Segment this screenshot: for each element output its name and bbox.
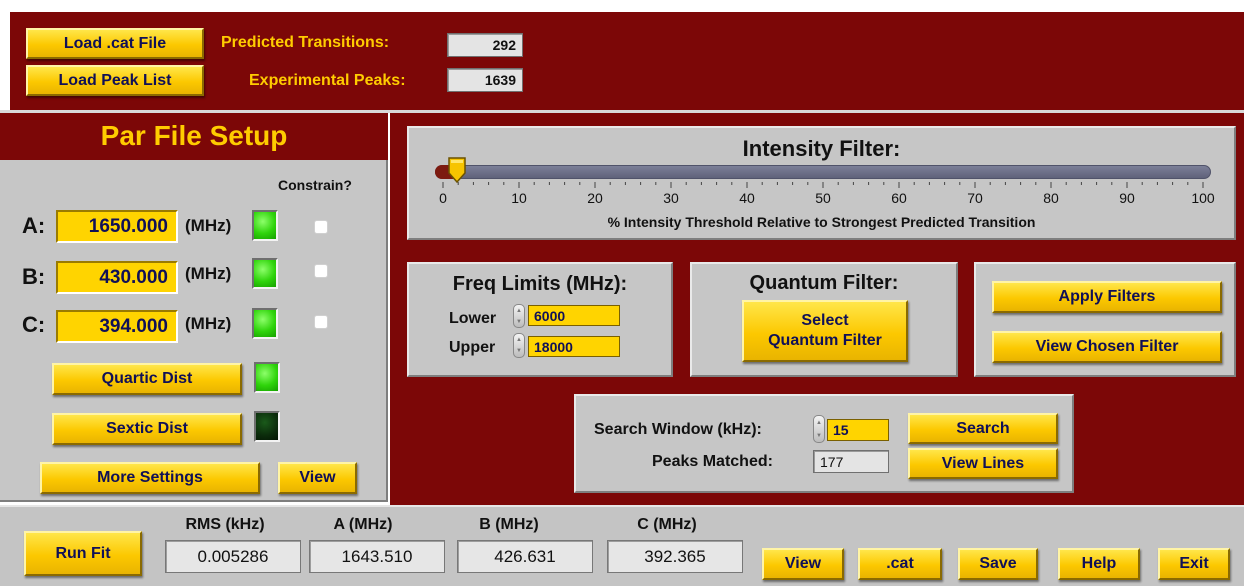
load-peak-list-button[interactable]: Load Peak List	[26, 65, 204, 96]
select-quantum-line1: Select	[801, 312, 849, 329]
param-a-led	[252, 210, 278, 241]
search-window-spinner[interactable]: ▲ ▼	[813, 415, 825, 443]
param-b-constrain-checkbox[interactable]	[314, 264, 328, 278]
peaks-matched-label: Peaks Matched:	[652, 453, 773, 470]
predicted-transitions-label: Predicted Transitions:	[221, 34, 390, 51]
par-setup-title: Par File Setup	[100, 120, 288, 151]
tick-label-90: 90	[1119, 190, 1135, 206]
tick-label-100: 100	[1191, 190, 1215, 206]
b-value: 426.631	[457, 540, 593, 573]
a-header: A (MHz)	[333, 516, 393, 533]
lower-spinner[interactable]: ▲ ▼	[513, 304, 525, 328]
tick-label-70: 70	[967, 190, 983, 206]
quantum-filter-title: Quantum Filter:	[749, 272, 899, 294]
tick-label-40: 40	[739, 190, 755, 206]
tick-label-30: 30	[663, 190, 679, 206]
view-lines-button[interactable]: View Lines	[908, 448, 1058, 479]
freq-limits-title: Freq Limits (MHz):	[452, 273, 628, 295]
param-a-input[interactable]: 1650.000	[56, 210, 178, 243]
intensity-tick-labels: 0 10 20 30 40 50 60 70 80 90 100	[409, 190, 1238, 208]
quartic-led	[254, 362, 280, 393]
apply-filters-button[interactable]: Apply Filters	[992, 281, 1222, 313]
param-b-input[interactable]: 430.000	[56, 261, 178, 294]
tick-label-60: 60	[891, 190, 907, 206]
run-fit-button[interactable]: Run Fit	[24, 531, 142, 576]
top-bar: Load .cat File Load Peak List Predicted …	[10, 12, 1244, 110]
help-button[interactable]: Help	[1058, 548, 1140, 580]
search-window-label: Search Window (kHz):	[594, 421, 762, 438]
exit-button[interactable]: Exit	[1158, 548, 1230, 580]
par-setup-panel: Constrain? A: 1650.000 (MHz) B: 430.000 …	[0, 160, 388, 502]
upper-label: Upper	[449, 339, 496, 356]
param-b-unit: (MHz)	[185, 264, 232, 283]
param-a-label: A:	[22, 213, 46, 238]
par-view-button[interactable]: View	[278, 462, 357, 494]
tick-label-0: 0	[439, 190, 447, 206]
par-setup-header: Par File Setup	[0, 113, 388, 160]
tick-label-20: 20	[587, 190, 603, 206]
sextic-led	[254, 411, 280, 442]
param-c-led	[252, 308, 278, 339]
intensity-caption: % Intensity Threshold Relative to Strong…	[607, 214, 1036, 230]
tick-label-10: 10	[511, 190, 527, 206]
intensity-filter-panel: Intensity Filter: 0 10 20 30 40 50 60 70…	[407, 126, 1236, 240]
upper-spinner[interactable]: ▲ ▼	[513, 333, 525, 358]
predicted-transitions-value: 292	[447, 33, 523, 57]
cat-button[interactable]: .cat	[858, 548, 942, 580]
freq-limits-panel: Freq Limits (MHz): Lower ▲ ▼ 6000 Upper ▲…	[407, 262, 673, 377]
intensity-filter-title: Intensity Filter:	[742, 136, 901, 161]
intensity-slider-thumb[interactable]	[447, 157, 466, 184]
select-quantum-filter-button[interactable]: Select Quantum Filter	[742, 300, 908, 362]
c-value: 392.365	[607, 540, 743, 573]
bottom-bar: Run Fit RMS (kHz) 0.005286 A (MHz) 1643.…	[0, 505, 1244, 586]
param-b-led	[252, 258, 278, 289]
sextic-dist-button[interactable]: Sextic Dist	[52, 413, 242, 445]
filter-actions-panel: Apply Filters View Chosen Filter	[974, 262, 1236, 377]
c-header: C (MHz)	[637, 516, 697, 533]
quartic-dist-button[interactable]: Quartic Dist	[52, 363, 242, 395]
tick-label-50: 50	[815, 190, 831, 206]
quantum-filter-panel: Quantum Filter: Select Quantum Filter	[690, 262, 958, 377]
tick-label-80: 80	[1043, 190, 1059, 206]
param-a-unit: (MHz)	[185, 216, 232, 235]
param-b-label: B:	[22, 264, 46, 289]
intensity-slider-track[interactable]	[435, 165, 1211, 179]
rms-value: 0.005286	[165, 540, 301, 573]
lower-freq-input[interactable]: 6000	[528, 305, 620, 326]
peaks-matched-value: 177	[813, 450, 889, 473]
upper-freq-input[interactable]: 18000	[528, 336, 620, 357]
a-value: 1643.510	[309, 540, 445, 573]
intensity-ticks	[442, 182, 1204, 188]
b-header: B (MHz)	[479, 516, 539, 533]
save-button[interactable]: Save	[958, 548, 1038, 580]
lower-label: Lower	[449, 310, 497, 327]
search-window-input[interactable]: 15	[827, 419, 889, 441]
load-cat-file-button[interactable]: Load .cat File	[26, 28, 204, 59]
search-button[interactable]: Search	[908, 413, 1058, 444]
param-c-label: C:	[22, 312, 46, 337]
experimental-peaks-value: 1639	[447, 68, 523, 92]
constrain-label: Constrain?	[278, 177, 352, 193]
param-a-constrain-checkbox[interactable]	[314, 220, 328, 234]
search-panel: Search Window (kHz): ▲ ▼ 15 Peaks Matched…	[574, 394, 1074, 493]
experimental-peaks-label: Experimental Peaks:	[249, 72, 406, 89]
param-c-unit: (MHz)	[185, 314, 232, 333]
param-c-input[interactable]: 394.000	[56, 310, 178, 343]
rms-header: RMS (kHz)	[185, 516, 265, 533]
select-quantum-line2: Quantum Filter	[768, 332, 882, 349]
bottom-view-button[interactable]: View	[762, 548, 844, 580]
param-c-constrain-checkbox[interactable]	[314, 315, 328, 329]
more-settings-button[interactable]: More Settings	[40, 462, 260, 494]
view-chosen-filter-button[interactable]: View Chosen Filter	[992, 331, 1222, 363]
